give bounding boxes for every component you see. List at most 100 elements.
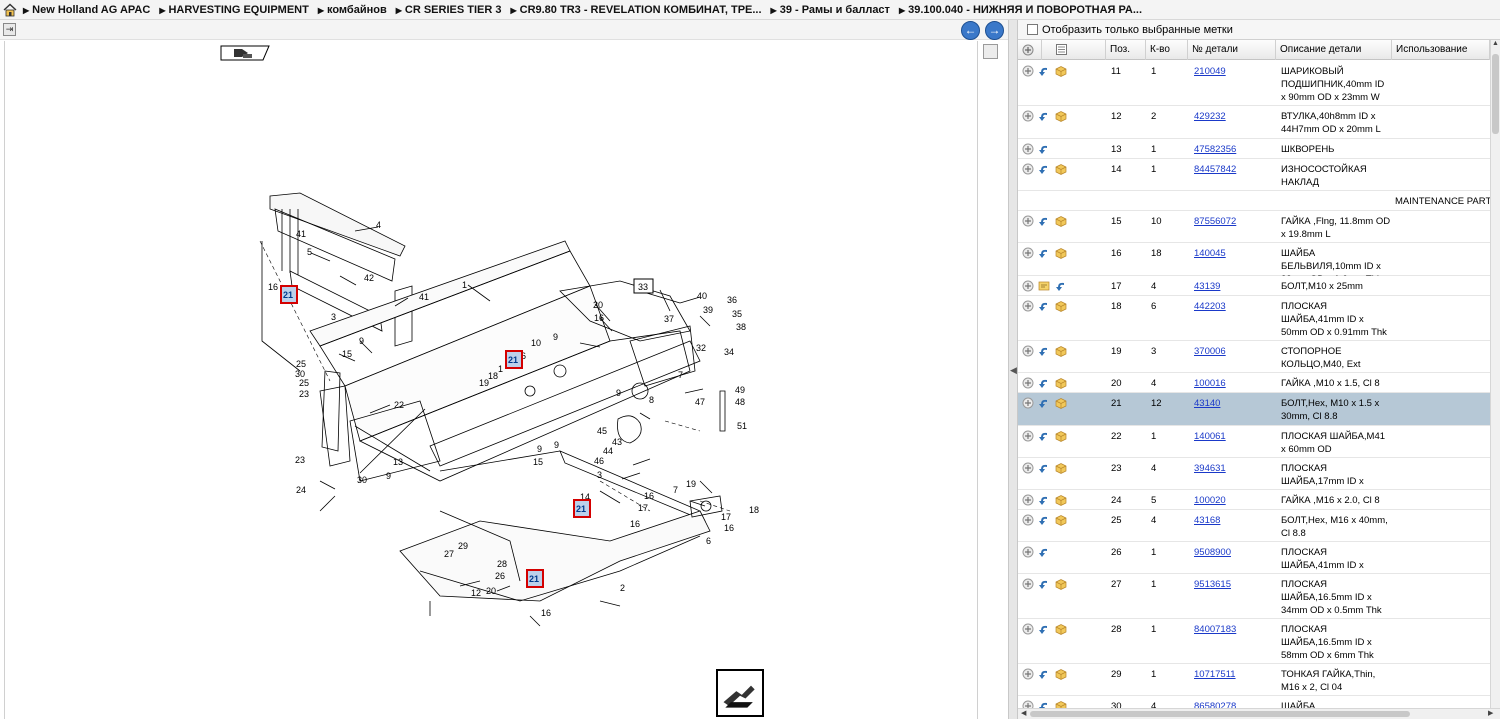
- package-icon[interactable]: [1055, 65, 1067, 77]
- package-icon[interactable]: [1055, 700, 1067, 708]
- callout[interactable]: 26: [495, 571, 505, 581]
- callout[interactable]: 17: [638, 503, 648, 513]
- part-number-link[interactable]: 84457842: [1194, 163, 1236, 176]
- package-icon[interactable]: [1055, 300, 1067, 312]
- part-number-link[interactable]: 86580278: [1194, 700, 1236, 708]
- table-row[interactable]: 29 1 10717511 ТОНКАЯ ГАЙКА,Thin, M16 x 2, C…: [1018, 664, 1490, 696]
- callout[interactable]: 25: [296, 359, 306, 369]
- callout[interactable]: 29: [458, 541, 468, 551]
- package-icon[interactable]: [1055, 397, 1067, 409]
- callout[interactable]: 41: [419, 292, 429, 302]
- table-row[interactable]: 21 12 43140 БОЛТ,Hex, M10 x 1.5 x 30mm, Cl …: [1018, 393, 1490, 426]
- part-number-link[interactable]: 84007183: [1194, 623, 1236, 636]
- note-icon[interactable]: [1038, 280, 1050, 292]
- highlight-21[interactable]: 21: [280, 285, 298, 304]
- part-number-link[interactable]: 43168: [1194, 514, 1220, 527]
- callout[interactable]: 36: [727, 295, 737, 305]
- header-usage[interactable]: Использование: [1392, 40, 1490, 60]
- expand-all-icon[interactable]: [1022, 44, 1034, 56]
- table-row[interactable]: 17 4 43139 БОЛТ,M10 x 25mm: [1018, 276, 1490, 296]
- callout[interactable]: 39: [703, 305, 713, 315]
- callout[interactable]: 24: [296, 485, 306, 495]
- header-desc[interactable]: Описание детали: [1276, 40, 1392, 60]
- add-to-cart-icon[interactable]: [1038, 578, 1050, 590]
- callout[interactable]: 41: [296, 229, 306, 239]
- package-icon[interactable]: [1055, 345, 1067, 357]
- callout[interactable]: 16: [594, 313, 604, 323]
- breadcrumb-item[interactable]: ▶ 39 - Рамы и балласт: [771, 4, 890, 16]
- table-row[interactable]: 15 10 87556072 ГАЙКА ,Flng, 11.8mm OD x 19.…: [1018, 211, 1490, 243]
- scroll-left-icon[interactable]: ◀: [1021, 709, 1026, 717]
- table-row[interactable]: 22 1 140061 ПЛОСКАЯ ШАЙБА,M41 x 60mm OD: [1018, 426, 1490, 458]
- breadcrumb-item[interactable]: ▶ CR SERIES TIER 3: [396, 4, 502, 16]
- package-icon[interactable]: [1055, 430, 1067, 442]
- add-to-cart-icon[interactable]: [1038, 668, 1050, 680]
- callout-33-box[interactable]: 33: [633, 278, 654, 294]
- add-to-cart-icon[interactable]: [1038, 65, 1050, 77]
- callout[interactable]: 46: [594, 456, 604, 466]
- callout[interactable]: 7: [678, 370, 683, 380]
- expand-row-icon[interactable]: [1022, 578, 1034, 590]
- part-number-link[interactable]: 47582356: [1194, 143, 1236, 156]
- package-icon[interactable]: [1055, 163, 1067, 175]
- expand-row-icon[interactable]: [1022, 494, 1034, 506]
- package-icon[interactable]: [1055, 377, 1067, 389]
- package-icon[interactable]: [1055, 578, 1067, 590]
- callout[interactable]: 8: [649, 395, 654, 405]
- expand-row-icon[interactable]: [1022, 514, 1034, 526]
- expand-row-icon[interactable]: [1022, 280, 1034, 292]
- callout[interactable]: 5: [307, 247, 312, 257]
- part-number-link[interactable]: 43140: [1194, 397, 1220, 410]
- callout[interactable]: 3: [597, 470, 602, 480]
- callout[interactable]: 19: [686, 479, 696, 489]
- header-expand[interactable]: [1018, 40, 1042, 60]
- collapse-icon[interactable]: ◀: [1010, 365, 1017, 381]
- part-number-link[interactable]: 9508900: [1194, 546, 1231, 559]
- callout[interactable]: 44: [603, 446, 613, 456]
- callout[interactable]: 25: [299, 378, 309, 388]
- callout[interactable]: 23: [299, 389, 309, 399]
- part-number-link[interactable]: 140061: [1194, 430, 1226, 443]
- callout[interactable]: 18: [749, 505, 759, 515]
- part-number-link[interactable]: 100020: [1194, 494, 1226, 507]
- add-to-cart-icon[interactable]: [1038, 110, 1050, 122]
- callout[interactable]: 16: [541, 608, 551, 618]
- callout[interactable]: 30: [357, 475, 367, 485]
- callout[interactable]: 1: [498, 364, 503, 374]
- expand-row-icon[interactable]: [1022, 430, 1034, 442]
- add-to-cart-icon[interactable]: [1038, 546, 1050, 558]
- callout[interactable]: 42: [364, 273, 374, 283]
- expand-row-icon[interactable]: [1022, 110, 1034, 122]
- callout[interactable]: 19: [479, 378, 489, 388]
- callout[interactable]: 17: [721, 512, 731, 522]
- add-to-cart-icon[interactable]: [1038, 397, 1050, 409]
- callout[interactable]: 28: [497, 559, 507, 569]
- expand-row-icon[interactable]: [1022, 377, 1034, 389]
- arrow-left-icon[interactable]: ←: [961, 21, 980, 40]
- part-number-link[interactable]: 100016: [1194, 377, 1226, 390]
- scroll-thumb[interactable]: [1492, 54, 1499, 134]
- part-number-link[interactable]: 10717511: [1194, 668, 1236, 681]
- part-number-link[interactable]: 43139: [1194, 280, 1220, 293]
- add-to-cart-icon[interactable]: [1038, 494, 1050, 506]
- callout[interactable]: 45: [597, 426, 607, 436]
- show-selected-checkbox[interactable]: [1027, 24, 1038, 35]
- breadcrumb-item[interactable]: ▶ HARVESTING EQUIPMENT: [159, 4, 309, 16]
- callout[interactable]: 40: [697, 291, 707, 301]
- add-to-cart-icon[interactable]: [1038, 300, 1050, 312]
- add-to-cart-icon[interactable]: [1038, 377, 1050, 389]
- horizontal-scrollbar[interactable]: ◀ ▶: [1018, 708, 1500, 719]
- add-to-cart-icon[interactable]: [1038, 143, 1050, 155]
- add-to-cart-icon[interactable]: [1038, 345, 1050, 357]
- part-number-link[interactable]: 87556072: [1194, 215, 1236, 228]
- expand-row-icon[interactable]: [1022, 397, 1034, 409]
- add-to-cart-icon[interactable]: [1038, 462, 1050, 474]
- add-to-cart-icon[interactable]: [1038, 215, 1050, 227]
- callout[interactable]: 9: [359, 336, 364, 346]
- breadcrumb-item[interactable]: ▶ New Holland AG APAC: [23, 4, 150, 16]
- package-icon[interactable]: [1055, 110, 1067, 122]
- callout[interactable]: 4: [376, 220, 381, 230]
- expand-row-icon[interactable]: [1022, 247, 1034, 259]
- table-row[interactable]: 12 2 429232 ВТУЛКА,40h8mm ID x 44H7mm OD x …: [1018, 106, 1490, 139]
- part-number-link[interactable]: 140045: [1194, 247, 1226, 260]
